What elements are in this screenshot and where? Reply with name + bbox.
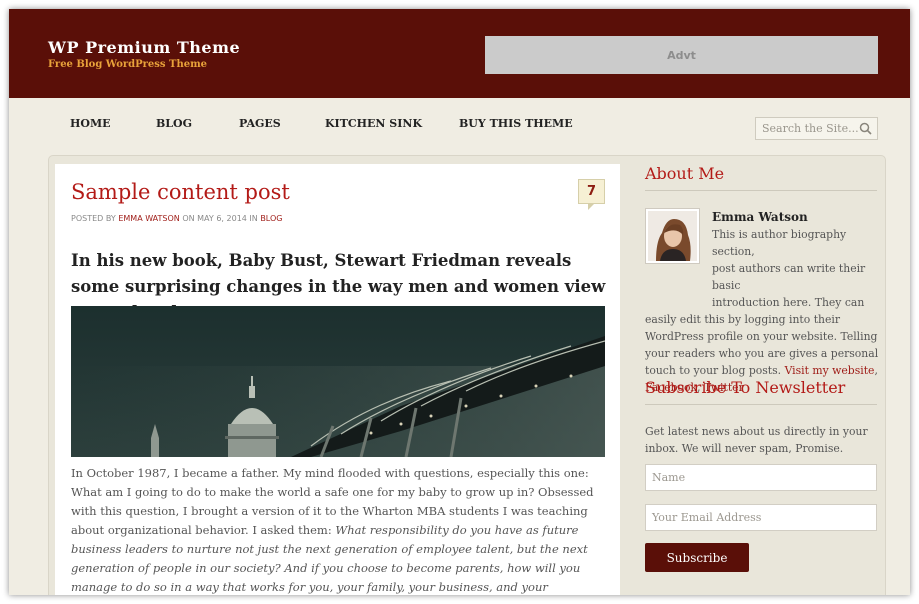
city-night-illustration <box>71 306 605 457</box>
newsletter-title: Subscribe To Newsletter <box>645 378 877 405</box>
meta-date: ON MAY 6, 2014 IN <box>182 214 258 223</box>
nav-item-kitchen-sink[interactable]: KITCHEN SINK <box>325 117 422 130</box>
newsletter-widget-header: Subscribe To Newsletter <box>645 378 877 405</box>
meta-category-link[interactable]: BLOG <box>260 214 282 223</box>
post-meta: POSTED BY EMMA WATSON ON MAY 6, 2014 IN … <box>71 214 282 223</box>
page-frame: WP Premium Theme Free Blog WordPress The… <box>9 9 910 595</box>
site-tagline: Free Blog WordPress Theme <box>48 59 208 70</box>
author-name: Emma Watson <box>712 210 808 224</box>
website-link[interactable]: Visit my website <box>785 364 875 377</box>
author-bio-line-1: This is author biography section, <box>712 228 847 258</box>
author-bio: This is author biography section, post a… <box>645 228 879 394</box>
search-input[interactable]: Search the Site... <box>755 117 878 140</box>
name-field[interactable]: Name <box>645 464 877 491</box>
sidebar: About Me Emma Watson This is author biog… <box>645 164 878 572</box>
search-icon[interactable] <box>859 122 872 135</box>
subscribe-button[interactable]: Subscribe <box>645 543 749 572</box>
nav-item-blog[interactable]: BLOG <box>156 117 192 130</box>
advertisement-banner[interactable]: Advt <box>485 36 878 74</box>
nav-item-home[interactable]: HOME <box>70 117 111 130</box>
comment-count: 7 <box>586 184 597 199</box>
post-card: Sample content post 7 POSTED BY EMMA WAT… <box>55 164 620 595</box>
author-bio-line-3: introduction here. They can <box>712 296 865 309</box>
author-bio-line-2: post authors can write their basic <box>712 262 866 292</box>
about-me-title: About Me <box>645 164 877 191</box>
meta-author-link[interactable]: EMMA WATSON <box>118 214 179 223</box>
nav-item-pages[interactable]: PAGES <box>239 117 281 130</box>
post-body: In October 1987, I became a father. My m… <box>71 464 611 595</box>
nav-item-buy-this-theme[interactable]: BUY THIS THEME <box>459 117 573 130</box>
meta-posted-by: POSTED BY <box>71 214 116 223</box>
site-header: WP Premium Theme Free Blog WordPress The… <box>9 9 910 98</box>
newsletter-description: Get latest news about us directly in you… <box>645 425 868 455</box>
site-title[interactable]: WP Premium Theme <box>48 38 240 57</box>
email-placeholder: Your Email Address <box>652 511 762 524</box>
comment-bubble-tail <box>588 203 595 210</box>
email-field[interactable]: Your Email Address <box>645 504 877 531</box>
post-title[interactable]: Sample content post <box>71 180 290 204</box>
featured-image <box>71 306 605 457</box>
name-placeholder: Name <box>652 471 686 484</box>
search-placeholder: Search the Site... <box>762 122 859 135</box>
comment-count-badge[interactable]: 7 <box>578 179 605 210</box>
